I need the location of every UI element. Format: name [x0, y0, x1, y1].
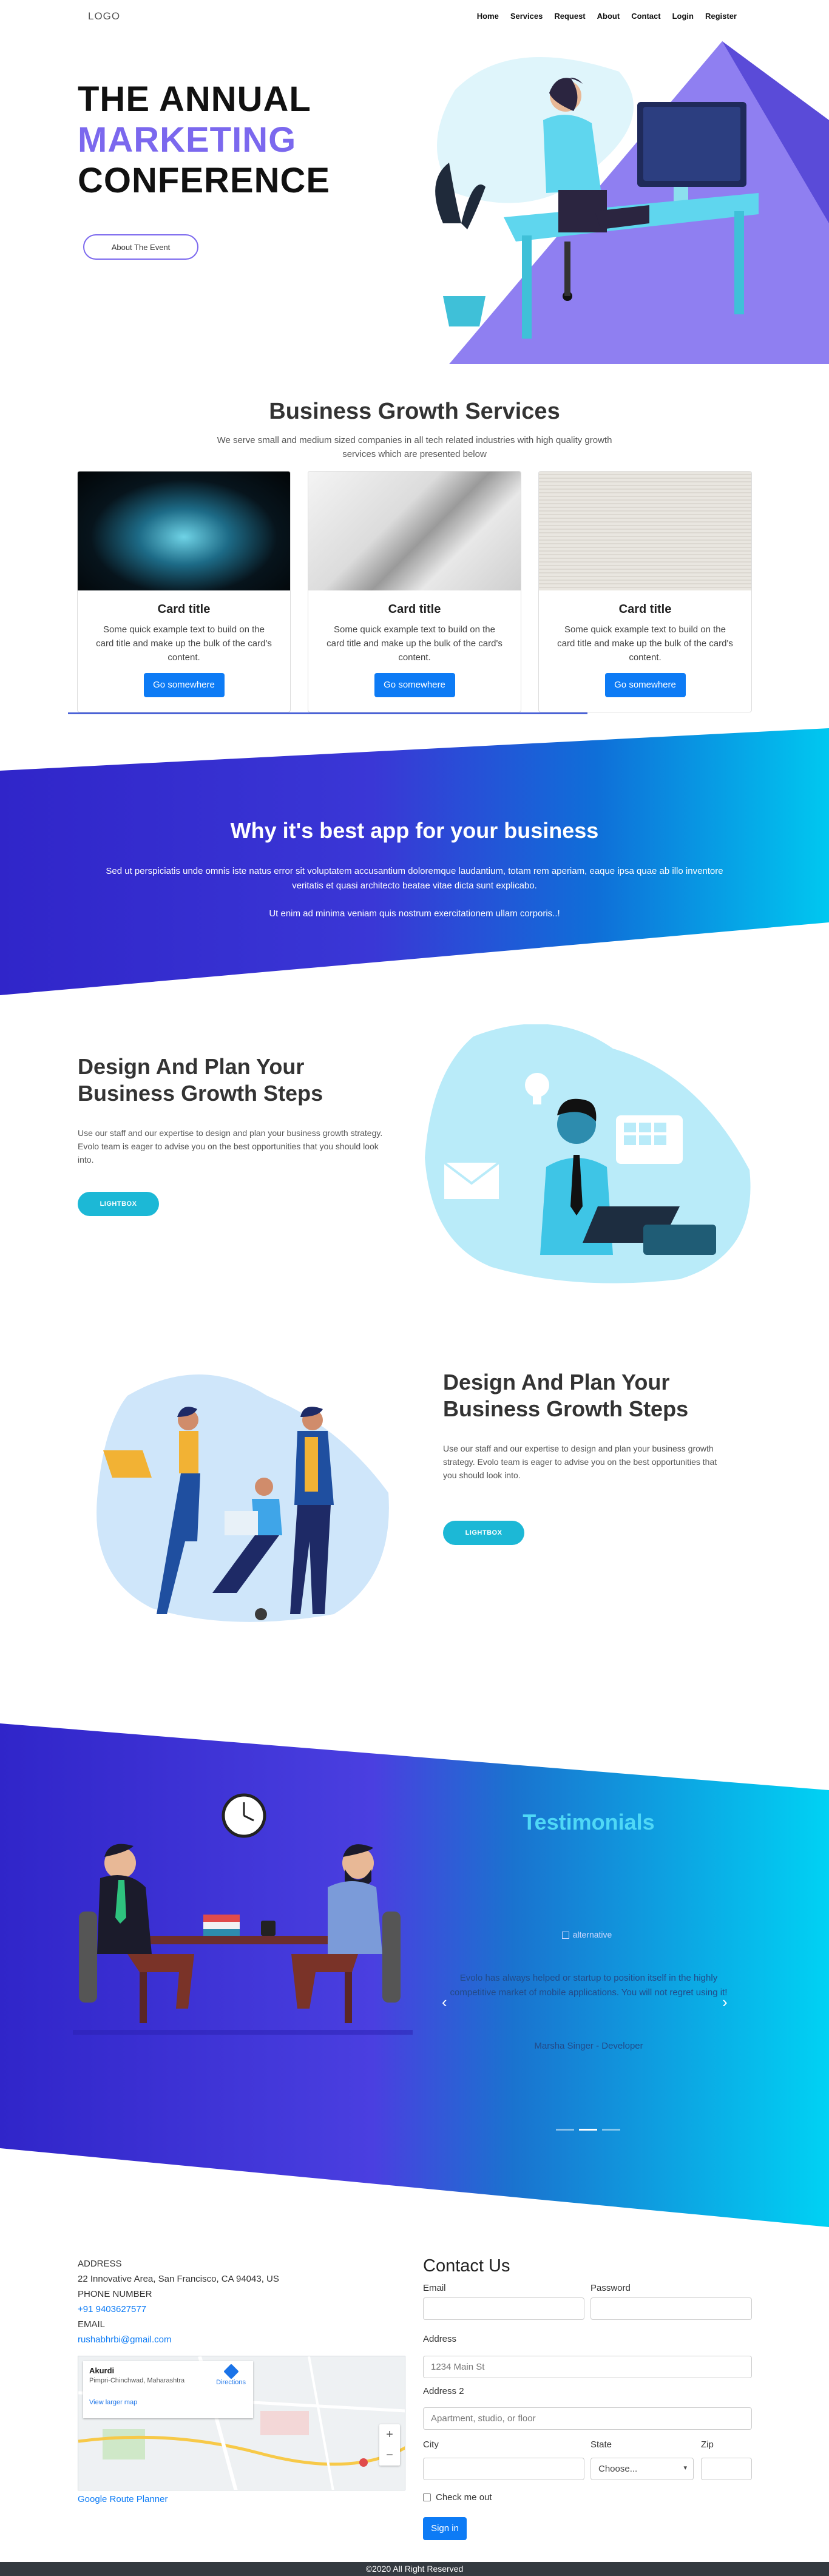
checkbox-label: Check me out: [436, 2492, 492, 2503]
nav-menu: Home Services Request About Contact Logi…: [465, 12, 737, 21]
nav-link-services[interactable]: Services: [510, 12, 543, 21]
contact-form-title: Contact Us: [423, 2256, 510, 2276]
email-link[interactable]: rushabhrbi@gmail.com: [78, 2332, 279, 2347]
hero-illustration: [435, 41, 829, 364]
email-label: Email: [423, 2283, 446, 2293]
state-label: State: [590, 2439, 612, 2450]
about-event-button[interactable]: About The Event: [83, 234, 198, 260]
nav-link-login[interactable]: Login: [672, 12, 694, 21]
carousel-indicator[interactable]: [602, 2129, 620, 2131]
card-title: Card title: [157, 603, 211, 616]
password-field[interactable]: [590, 2297, 752, 2320]
card-title: Card title: [618, 603, 672, 616]
phone-label: PHONE NUMBER: [78, 2289, 152, 2299]
card-image-cave: [78, 472, 290, 590]
nav-link-request[interactable]: Request: [554, 12, 585, 21]
address2-field-label: Address 2: [423, 2386, 464, 2396]
email-label: EMAIL: [78, 2319, 106, 2330]
view-larger-map-link[interactable]: View larger map: [89, 2399, 247, 2406]
map-info-card: Akurdi Pimpri-Chinchwad, Maharashtra Vie…: [83, 2361, 253, 2418]
card-text: Some quick example text to build on the …: [96, 624, 272, 663]
chevron-down-icon: ▾: [683, 2464, 687, 2472]
design-title: Design And Plan Your Business Growth Ste…: [443, 1370, 689, 1421]
hero-line-1: THE ANNUAL: [78, 79, 311, 119]
zip-field[interactable]: [701, 2458, 752, 2480]
testimonials-title: Testimonials: [523, 1810, 655, 1834]
map-zoom-controls: + −: [379, 2424, 400, 2466]
phone-link[interactable]: +91 9403627577: [78, 2302, 279, 2317]
card-image-desk: [308, 472, 521, 590]
state-select-value: Choose...: [598, 2464, 638, 2474]
zoom-out-icon[interactable]: −: [379, 2445, 400, 2466]
design-text: Use our staff and our expertise to desig…: [443, 1444, 717, 1480]
go-somewhere-button[interactable]: Go somewhere: [604, 673, 686, 697]
design-title: Design And Plan Your Business Growth Ste…: [78, 1054, 323, 1106]
route-planner-link[interactable]: Google Route Planner: [78, 2494, 167, 2504]
checkbox[interactable]: [423, 2493, 431, 2501]
sign-in-button[interactable]: Sign in: [423, 2517, 467, 2540]
card-image-book: [539, 472, 751, 590]
team-illustration: [96, 1374, 389, 1622]
state-select[interactable]: Choose... ▾: [590, 2458, 694, 2480]
address-value: 22 Innovative Area, San Francisco, CA 94…: [78, 2274, 279, 2284]
lightbox-button[interactable]: LIGHTBOX: [78, 1192, 159, 1216]
top-navbar: LOGO Home Services Request About Contact…: [0, 0, 829, 35]
card-title: Card title: [388, 603, 441, 616]
services-title: Business Growth Services: [269, 399, 560, 424]
band-paragraph-2: Ut enim ad minima veniam quis nostrum ex…: [269, 908, 560, 919]
go-somewhere-button[interactable]: Go somewhere: [374, 673, 455, 697]
card-text: Some quick example text to build on the …: [327, 624, 502, 663]
address-label: ADDRESS: [78, 2259, 122, 2269]
hero-line-2: MARKETING: [78, 120, 297, 160]
directions-icon: [223, 2364, 239, 2379]
testimonial-image-alt: alternative: [423, 1930, 751, 1939]
service-card: Card title Some quick example text to bu…: [538, 471, 752, 712]
footer: ©2020 All Right Reserved: [0, 2562, 829, 2576]
carousel-indicator-active[interactable]: [579, 2129, 597, 2131]
hero-heading: THE ANNUAL MARKETING CONFERENCE: [78, 79, 330, 201]
map-directions-label: Directions: [216, 2379, 246, 2386]
testimonial-alt-text: alternative: [572, 1930, 612, 1939]
email-field[interactable]: [423, 2297, 584, 2320]
contact-info: ADDRESS 22 Innovative Area, San Francisc…: [78, 2256, 279, 2347]
testimonial-quote: Evolo has always helped or startup to po…: [450, 1973, 728, 1998]
carousel-prev-icon[interactable]: ‹: [442, 1993, 447, 2012]
address-field-label: Address: [423, 2334, 457, 2344]
service-card: Card title Some quick example text to bu…: [308, 471, 521, 712]
carousel-indicators: [556, 2129, 620, 2131]
carousel-indicator[interactable]: [556, 2129, 574, 2131]
nav-link-register[interactable]: Register: [705, 12, 737, 21]
zoom-in-icon[interactable]: +: [379, 2424, 400, 2445]
map-region: Pimpri-Chinchwad, Maharashtra: [89, 2377, 185, 2384]
design-text: Use our staff and our expertise to desig…: [78, 1128, 383, 1165]
nav-link-about[interactable]: About: [597, 12, 620, 21]
go-somewhere-button[interactable]: Go somewhere: [143, 673, 225, 697]
map-directions-button[interactable]: Directions: [216, 2364, 246, 2386]
city-label: City: [423, 2439, 439, 2450]
testimonial-author: Marsha Singer - Developer: [534, 2041, 643, 2051]
logo[interactable]: LOGO: [88, 10, 120, 22]
address-field[interactable]: 1234 Main St: [423, 2356, 752, 2378]
hero-line-3: CONFERENCE: [78, 161, 331, 200]
services-subtitle: We serve small and medium sized companie…: [217, 435, 612, 459]
band-paragraph-1: Sed ut perspiciatis unde omnis iste natu…: [106, 866, 723, 891]
broken-image-icon: [561, 1932, 569, 1939]
meeting-illustration: [73, 1793, 413, 2035]
city-field[interactable]: [423, 2458, 584, 2480]
carousel-next-icon[interactable]: ›: [722, 1993, 728, 2012]
check-me-out[interactable]: Check me out: [423, 2492, 492, 2503]
lightbox-button[interactable]: LIGHTBOX: [443, 1521, 524, 1545]
scroll-indicator: [68, 712, 587, 714]
band-title: Why it's best app for your business: [230, 818, 599, 843]
nav-link-home[interactable]: Home: [477, 12, 499, 21]
business-man-illustration: [425, 1024, 751, 1283]
card-text: Some quick example text to build on the …: [557, 624, 733, 663]
address2-field[interactable]: Apartment, studio, or floor: [423, 2407, 752, 2430]
google-map[interactable]: Akurdi Pimpri-Chinchwad, Maharashtra Vie…: [78, 2356, 405, 2490]
nav-link-contact[interactable]: Contact: [631, 12, 660, 21]
password-label: Password: [590, 2283, 631, 2293]
zip-label: Zip: [701, 2439, 714, 2450]
service-card: Card title Some quick example text to bu…: [77, 471, 291, 712]
